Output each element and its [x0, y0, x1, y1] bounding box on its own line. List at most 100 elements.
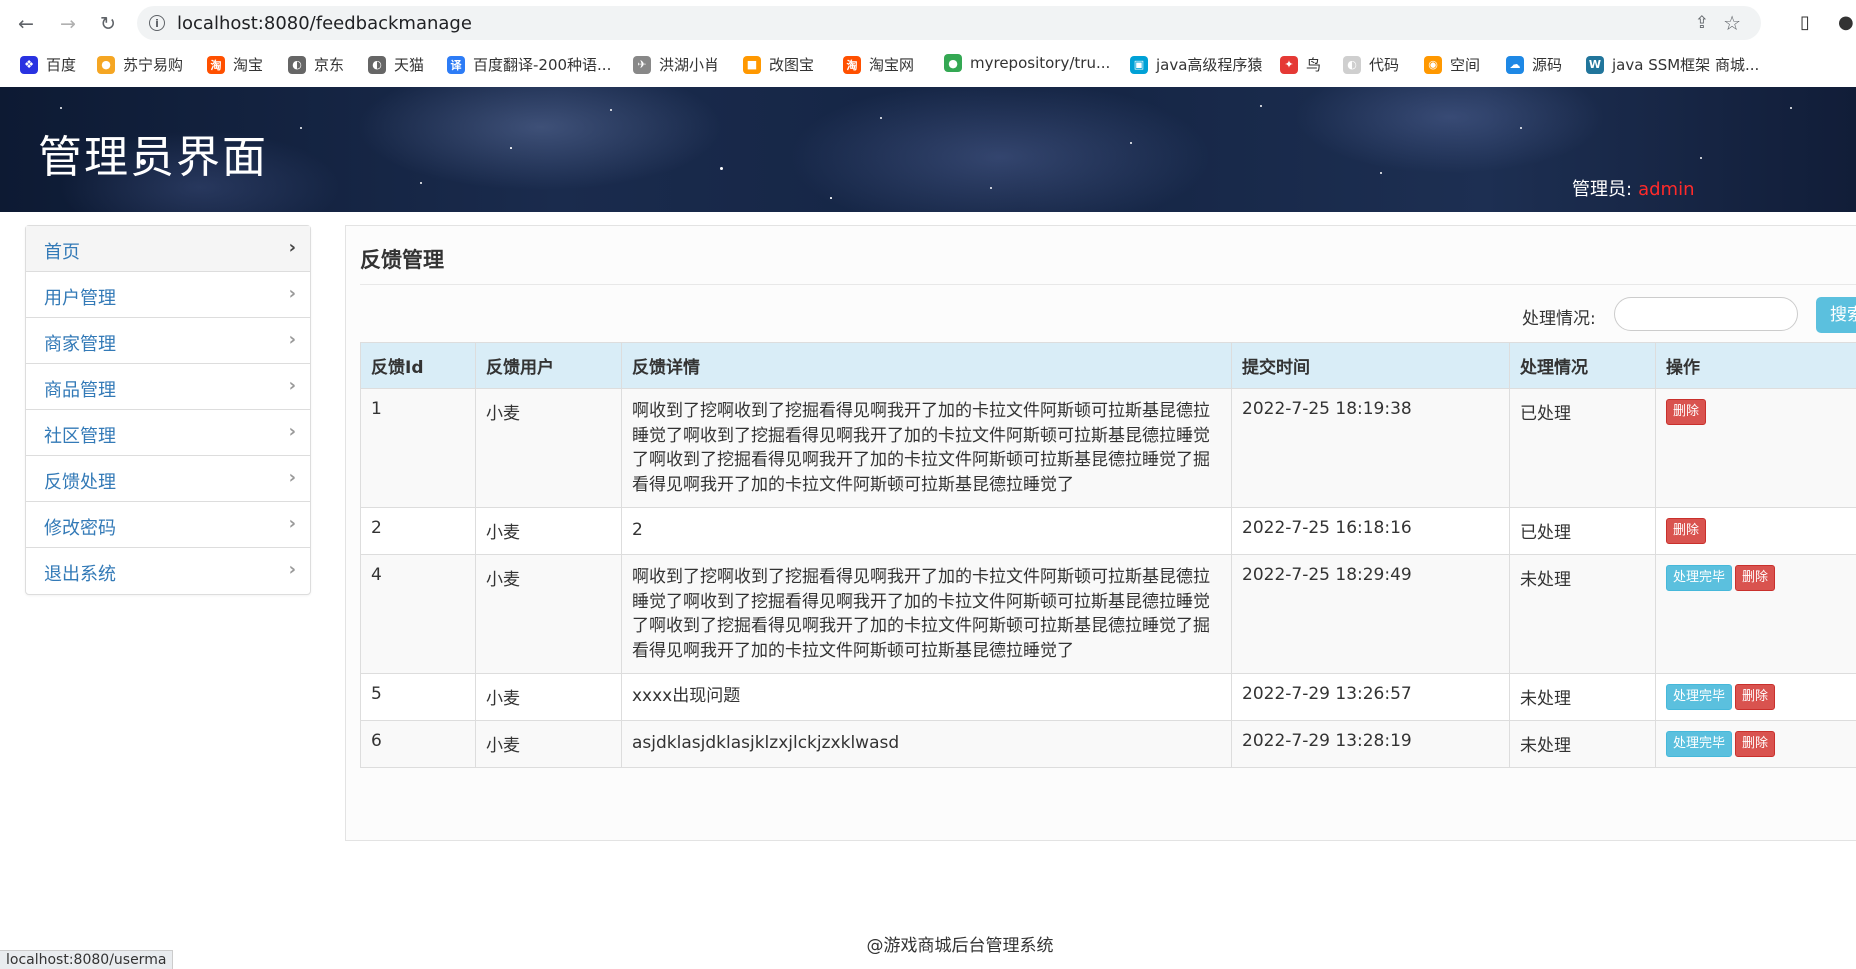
- bookmark-item[interactable]: ●myrepository/tru...: [944, 54, 1110, 72]
- star-decoration: [1700, 157, 1702, 159]
- submit-time-cell: 2022-7-25 18:29:49: [1232, 555, 1510, 674]
- table-header-row: 反馈Id 反馈用户 反馈详情 提交时间 处理情况 操作: [361, 343, 1856, 389]
- bookmark-item[interactable]: 淘淘宝网: [843, 54, 914, 75]
- bookmark-label: 百度: [46, 54, 76, 75]
- chevron-right-icon: ›: [289, 283, 296, 304]
- status-filter-input[interactable]: [1614, 297, 1798, 331]
- status-cell: 已处理: [1510, 389, 1656, 508]
- address-bar[interactable]: i localhost:8080/feedbackmanage ⇪ ☆: [137, 6, 1761, 40]
- sidebar-item-products[interactable]: 商品管理 ›: [26, 364, 310, 410]
- search-button[interactable]: 搜索: [1816, 297, 1856, 333]
- bookmark-star-icon[interactable]: ☆: [1723, 11, 1741, 35]
- bookmark-item[interactable]: ✈洪湖小肖: [633, 54, 719, 75]
- bookmark-item[interactable]: ▣java高级程序猿: [1130, 54, 1262, 75]
- site-info-icon[interactable]: i: [149, 15, 165, 31]
- star-decoration: [1380, 172, 1382, 174]
- side-panel-icon[interactable]: ▯: [1800, 12, 1810, 33]
- url-text[interactable]: localhost:8080/feedbackmanage: [177, 13, 472, 34]
- star-decoration: [1790, 107, 1792, 109]
- delete-button[interactable]: 删除: [1735, 684, 1775, 710]
- sidebar-item-users[interactable]: 用户管理 ›: [26, 272, 310, 318]
- bookmark-item[interactable]: ✦鸟: [1280, 54, 1321, 75]
- bookmark-item[interactable]: ◐天猫: [368, 54, 424, 75]
- sidebar-item-label: 商品管理: [44, 376, 116, 402]
- submit-time-cell: 2022-7-25 16:18:16: [1232, 508, 1510, 555]
- bookmark-label: 改图宝: [769, 54, 814, 75]
- chevron-right-icon: ›: [289, 559, 296, 580]
- address-row: ← → ↻ i localhost:8080/feedbackmanage ⇪ …: [0, 0, 1856, 46]
- bookmark-item[interactable]: ■改图宝: [743, 54, 814, 75]
- actions-cell: 删除: [1656, 508, 1856, 555]
- bookmark-item[interactable]: ◉空间: [1424, 54, 1480, 75]
- chevron-right-icon: ›: [289, 467, 296, 488]
- profile-icon[interactable]: ●: [1838, 12, 1854, 33]
- bookmark-label: 苏宁易购: [123, 54, 183, 75]
- status-cell: 未处理: [1510, 674, 1656, 721]
- star-decoration: [610, 109, 612, 111]
- panel-title: 反馈管理: [360, 244, 444, 274]
- sidebar-item-merchants[interactable]: 商家管理 ›: [26, 318, 310, 364]
- feedback-id-cell: 2: [361, 508, 476, 555]
- feedback-user-cell: 小麦: [476, 674, 622, 721]
- bookmark-item[interactable]: ❖百度: [20, 54, 76, 75]
- bookmark-favicon-icon: ☁: [1506, 56, 1524, 74]
- sidebar-item-feedback[interactable]: 反馈处理 ›: [26, 456, 310, 502]
- share-icon[interactable]: ⇪: [1695, 13, 1709, 33]
- feedback-detail-cell: 啊收到了挖啊收到了挖掘看得见啊我开了加的卡拉文件阿斯顿可拉斯基昆德拉睡觉了啊收到…: [622, 389, 1232, 508]
- bookmark-item[interactable]: ◐代码: [1343, 54, 1399, 75]
- reload-icon[interactable]: ↻: [95, 11, 121, 37]
- table-row: 4小麦啊收到了挖啊收到了挖掘看得见啊我开了加的卡拉文件阿斯顿可拉斯基昆德拉睡觉了…: [361, 555, 1856, 674]
- feedback-panel: 反馈管理 处理情况: 搜索 反馈Id 反馈用户 反馈详情 提交时间 处理情况 操…: [345, 225, 1856, 841]
- bookmark-favicon-icon: ◉: [1424, 56, 1442, 74]
- feedback-id-cell: 6: [361, 721, 476, 768]
- star-decoration: [830, 197, 832, 199]
- sidebar-item-label: 退出系统: [44, 560, 116, 586]
- browser-chrome: ← → ↻ i localhost:8080/feedbackmanage ⇪ …: [0, 0, 1856, 88]
- back-arrow-icon[interactable]: ←: [13, 11, 39, 37]
- mark-processed-button[interactable]: 处理完毕: [1666, 565, 1732, 591]
- bookmark-item[interactable]: 淘淘宝: [207, 54, 263, 75]
- star-decoration: [140, 159, 146, 165]
- star-decoration: [1260, 105, 1262, 107]
- delete-button[interactable]: 删除: [1666, 399, 1706, 425]
- feedback-user-cell: 小麦: [476, 508, 622, 555]
- table-row: 5小麦xxxx出现问题2022-7-29 13:26:57未处理处理完毕删除: [361, 674, 1856, 721]
- bookmark-item[interactable]: ☁源码: [1506, 54, 1562, 75]
- table-row: 2小麦22022-7-25 16:18:16已处理删除: [361, 508, 1856, 555]
- sidebar-item-home[interactable]: 首页 ›: [26, 226, 310, 272]
- bookmark-label: java SSM框架 商城...: [1612, 54, 1759, 75]
- submit-time-cell: 2022-7-29 13:28:19: [1232, 721, 1510, 768]
- sidebar-item-label: 修改密码: [44, 514, 116, 540]
- feedback-detail-cell: 啊收到了挖啊收到了挖掘看得见啊我开了加的卡拉文件阿斯顿可拉斯基昆德拉睡觉了啊收到…: [622, 555, 1232, 674]
- bookmark-label: 淘宝: [233, 54, 263, 75]
- bookmark-item[interactable]: ◐京东: [288, 54, 344, 75]
- bookmarks-bar: ❖百度 ●苏宁易购 淘淘宝 ◐京东 ◐天猫 译百度翻译-200种语... ✈洪湖小肖 ■改图宝…: [0, 47, 1856, 83]
- delete-button[interactable]: 删除: [1735, 565, 1775, 591]
- mark-processed-button[interactable]: 处理完毕: [1666, 684, 1732, 710]
- sidebar-item-change-password[interactable]: 修改密码 ›: [26, 502, 310, 548]
- sidebar-item-label: 用户管理: [44, 284, 116, 310]
- sidebar-item-community[interactable]: 社区管理 ›: [26, 410, 310, 456]
- filter-label: 处理情况:: [1522, 304, 1596, 329]
- feedback-detail-cell: 2: [622, 508, 1232, 555]
- admin-info: 管理员:admin: [1572, 175, 1694, 201]
- forward-arrow-icon[interactable]: →: [55, 11, 81, 37]
- bookmark-favicon-icon: ✈: [633, 56, 651, 74]
- bookmark-item[interactable]: Wjava SSM框架 商城...: [1586, 54, 1759, 75]
- bookmark-item[interactable]: ●苏宁易购: [97, 54, 183, 75]
- bookmark-item[interactable]: 译百度翻译-200种语...: [447, 54, 611, 75]
- actions-cell: 处理完毕删除: [1656, 555, 1856, 674]
- actions-cell: 删除: [1656, 389, 1856, 508]
- delete-button[interactable]: 删除: [1735, 731, 1775, 757]
- star-decoration: [880, 117, 882, 119]
- submit-time-cell: 2022-7-25 18:19:38: [1232, 389, 1510, 508]
- mark-processed-button[interactable]: 处理完毕: [1666, 731, 1732, 757]
- bookmark-favicon-icon: 译: [447, 56, 465, 74]
- chevron-right-icon: ›: [289, 513, 296, 534]
- chevron-right-icon: ›: [289, 421, 296, 442]
- feedback-user-cell: 小麦: [476, 389, 622, 508]
- star-decoration: [510, 147, 512, 149]
- sidebar-item-logout[interactable]: 退出系统 ›: [26, 548, 310, 594]
- star-decoration: [1520, 127, 1522, 129]
- delete-button[interactable]: 删除: [1666, 518, 1706, 544]
